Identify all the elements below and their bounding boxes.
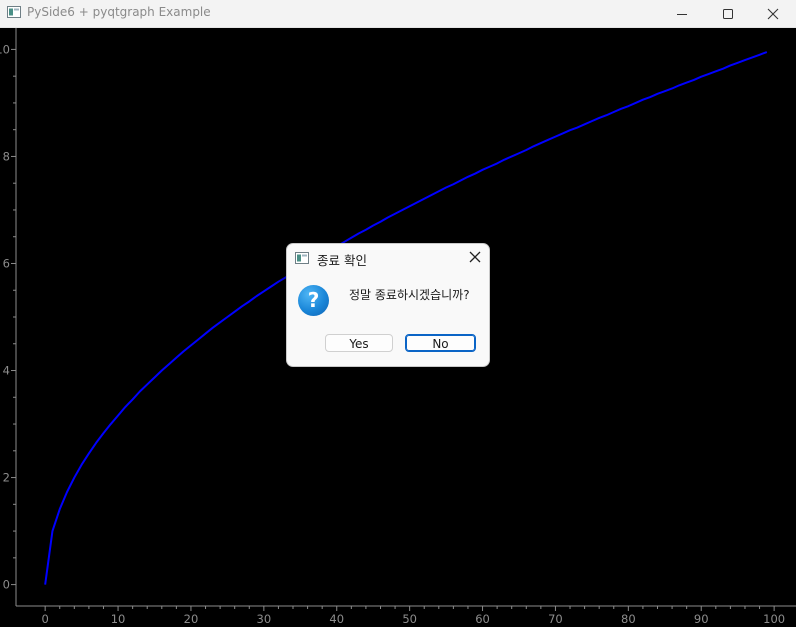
y-tick-label: 4 <box>3 364 10 378</box>
maximize-button[interactable] <box>705 0 751 27</box>
x-tick-label: 30 <box>257 612 272 626</box>
close-icon <box>767 8 779 19</box>
minimize-button[interactable] <box>659 0 705 27</box>
y-tick-label: 6 <box>3 256 10 270</box>
question-icon: ? <box>298 285 329 316</box>
title-bar[interactable]: PySide6 + pyqtgraph Example <box>0 0 796 28</box>
x-tick-label: 90 <box>694 612 709 626</box>
x-tick-label: 0 <box>41 612 48 626</box>
no-button[interactable]: No <box>405 334 476 352</box>
y-tick-label: 0 <box>3 578 10 592</box>
dialog-title: 종료 확인 <box>317 253 367 268</box>
app-window-icon <box>7 6 21 18</box>
minimize-icon <box>677 13 687 15</box>
x-tick-label: 60 <box>475 612 490 626</box>
x-tick-label: 40 <box>329 612 344 626</box>
x-tick-label: 80 <box>621 612 636 626</box>
close-button[interactable] <box>750 0 796 27</box>
x-tick-label: 10 <box>111 612 126 626</box>
exit-confirm-dialog: 종료 확인 ? 정말 종료하시겠습니까? Yes No <box>286 243 490 367</box>
x-tick-label: 70 <box>548 612 563 626</box>
app-window-icon <box>295 252 309 264</box>
dialog-message: 정말 종료하시겠습니까? <box>349 288 470 302</box>
window-title: PySide6 + pyqtgraph Example <box>27 5 211 19</box>
maximize-icon <box>723 8 733 19</box>
x-tick-label: 20 <box>184 612 199 626</box>
y-tick-label: 10 <box>0 42 10 56</box>
y-tick-label: 2 <box>3 471 10 485</box>
yes-button[interactable]: Yes <box>325 334 393 352</box>
x-tick-label: 100 <box>763 612 785 626</box>
y-tick-label: 8 <box>3 149 10 163</box>
x-tick-label: 50 <box>402 612 417 626</box>
close-icon[interactable] <box>467 249 483 265</box>
